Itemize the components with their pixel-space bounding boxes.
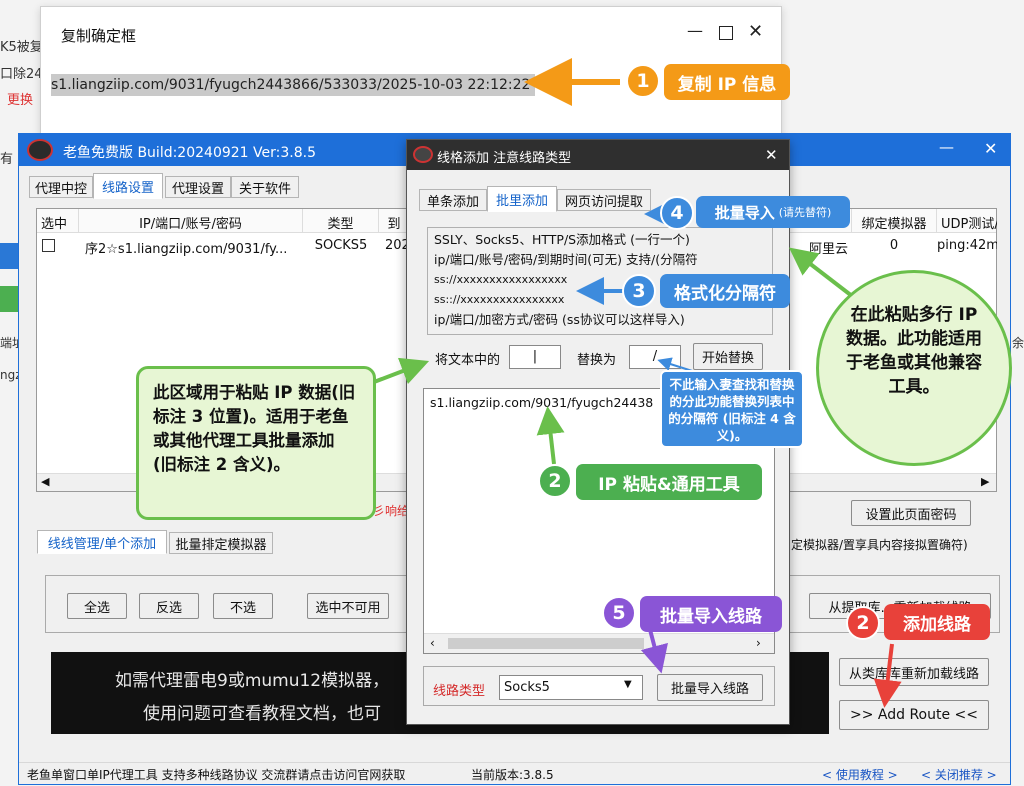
label-batch-import-sub: (请先替符) [778,206,832,219]
label-batch-import-main: 批量导入 [714,203,775,222]
badge-2: 2 [538,464,572,498]
arrow-right-callout [788,247,854,298]
arrow-2 [536,406,565,465]
label-format-separator: 格式化分隔符 [660,274,790,308]
label-ip-paste: IP 粘贴&通用工具 [576,464,762,500]
badge-5: 5 [602,596,636,630]
arrow-6 [873,643,902,708]
label-batch-import-routes: 批量导入线路 [640,596,782,632]
label-copy-ip: 复制 IP 信息 [664,64,790,100]
label-batch-import: 批量导入 (请先替符) [696,196,850,228]
badge-6: 2 [846,606,880,640]
label-add-route: 添加线路 [884,604,990,640]
replace-note: 不此输入妻查找和替换的分此功能替换列表中的分隔符 (旧标注 4 含义)。 [660,370,804,448]
left-callout: 此区域用于粘贴 IP 数据(旧标注 3 位置)。适用于老鱼或其他代理工具批量添加… [136,366,376,520]
right-callout: 在此粘贴多行 IP 数据。此功能适用于老鱼或其他兼容工具。 [816,270,1012,466]
arrow-left-callout [373,357,430,385]
badge-1: 1 [626,64,660,98]
badge-3: 3 [622,274,656,308]
badge-4: 4 [660,196,694,230]
